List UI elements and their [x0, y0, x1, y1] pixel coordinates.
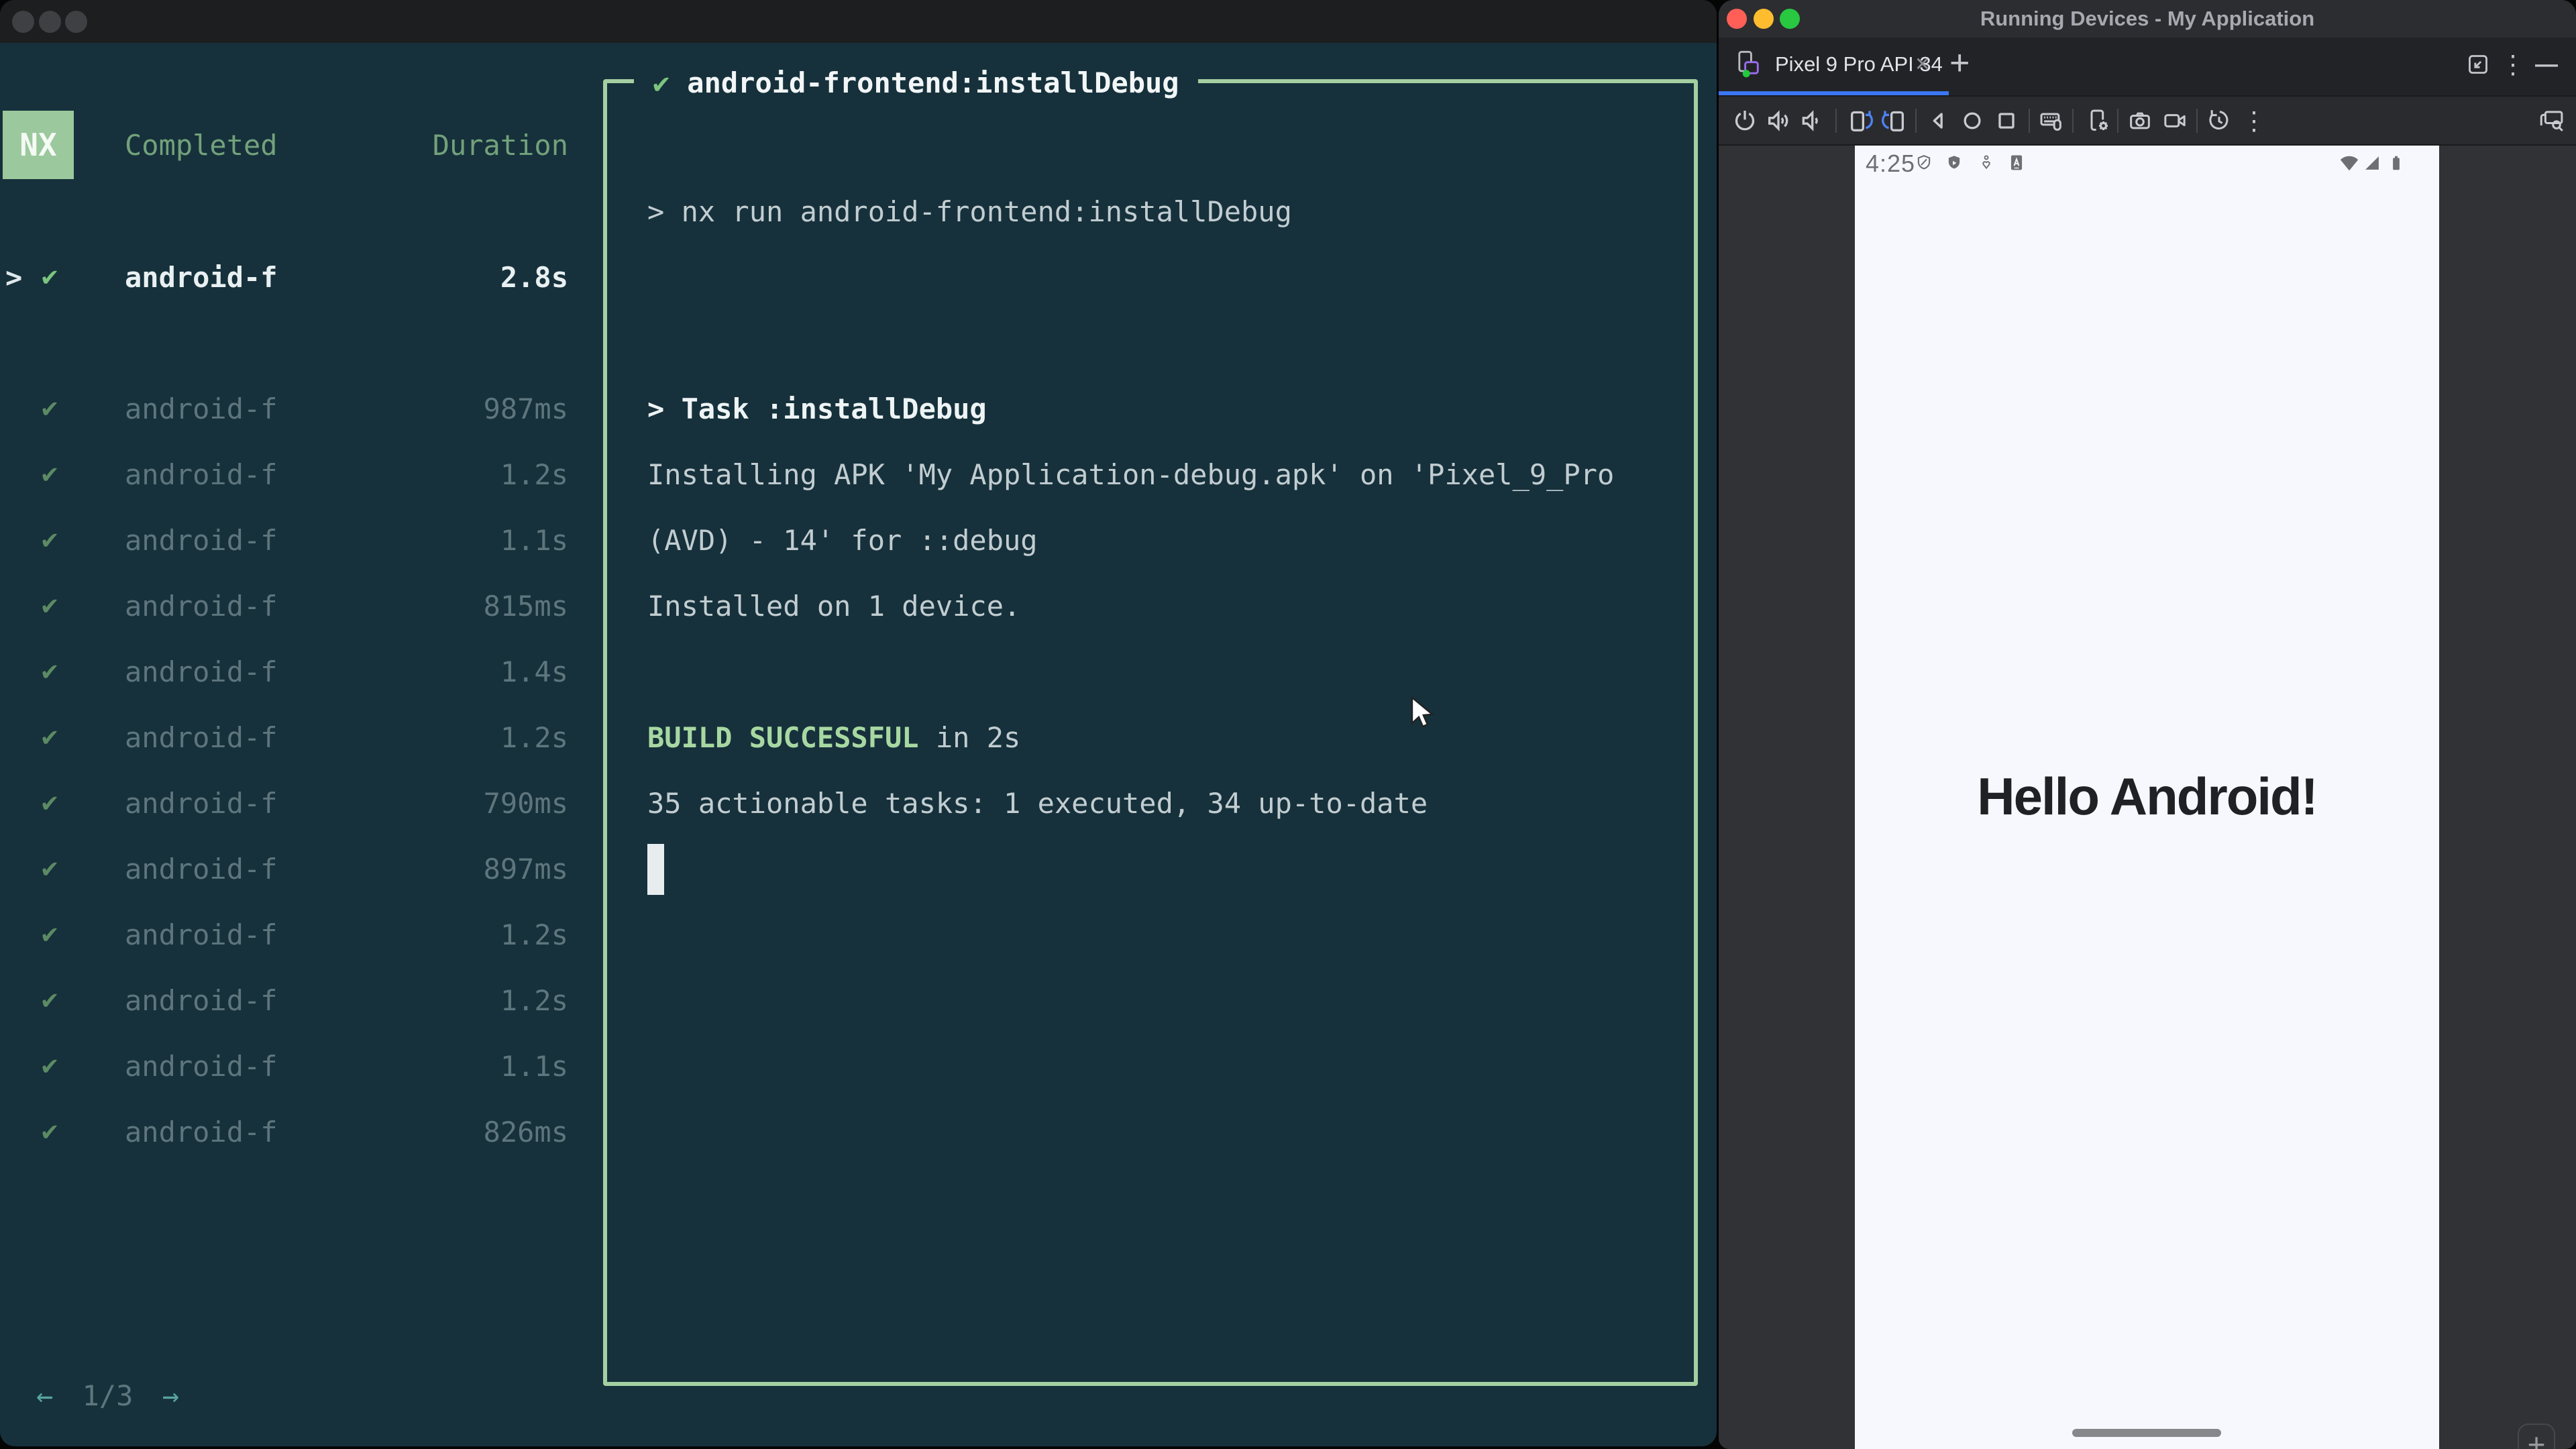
task-duration: 2.8s — [500, 261, 568, 294]
task-row[interactable]: ✔ android-f 987ms — [0, 392, 590, 426]
task-duration: 1.2s — [500, 721, 568, 754]
tab-pixel-9-pro[interactable]: Pixel 9 Pro API 34 — [1728, 38, 1943, 91]
traffic-light-minimize-icon[interactable] — [39, 11, 61, 33]
terminal-line-task-header: > Task :installDebug — [647, 392, 987, 425]
volume-down-icon[interactable] — [1796, 105, 1826, 136]
device-display[interactable]: 4:25 Hello Android! — [1855, 146, 2439, 1449]
desktop: NX Completed Duration > ✔ android-f 2.8s… — [0, 0, 2576, 1449]
display-options-icon[interactable] — [2537, 105, 2567, 136]
page-next-arrow[interactable]: → — [162, 1379, 179, 1412]
build-successful-text: BUILD SUCCESSFUL — [647, 721, 919, 754]
task-row[interactable]: ✔ android-f 1.1s — [0, 1050, 590, 1083]
task-duration: 1.2s — [500, 918, 568, 951]
power-icon[interactable] — [1730, 105, 1760, 136]
tab-close-icon[interactable]: ✕ — [1915, 38, 1930, 91]
task-duration: 815ms — [483, 590, 568, 623]
volume-up-icon[interactable] — [1764, 105, 1793, 136]
screenshot-icon[interactable] — [2125, 105, 2155, 136]
task-row[interactable]: ✔ android-f 1.2s — [0, 984, 590, 1018]
task-row[interactable]: ✔ android-f 1.2s — [0, 918, 590, 952]
terminal-line-install-2: (AVD) - 14' for ::debug — [647, 524, 1038, 557]
traffic-light-zoom-icon[interactable] — [65, 11, 87, 33]
task-output-title-text: android-frontend:installDebug — [687, 66, 1179, 99]
pagination: ← 1/3 → — [36, 1379, 179, 1412]
task-duration: 897ms — [483, 853, 568, 885]
task-duration: 1.2s — [500, 984, 568, 1017]
float-window-icon[interactable] — [2463, 50, 2493, 79]
home-icon[interactable] — [1957, 105, 1987, 136]
new-tab-button[interactable]: + — [1949, 38, 1970, 91]
cellular-signal-icon — [2362, 152, 2382, 174]
build-time-text: in 2s — [918, 721, 1021, 754]
device-settings-icon[interactable] — [2084, 105, 2113, 136]
task-row[interactable]: ✔ android-f 1.2s — [0, 458, 590, 492]
toolbar-separator — [2117, 109, 2118, 133]
tabbar-more-icon[interactable]: ⋮ — [2498, 50, 2528, 79]
reset-icon[interactable] — [2204, 105, 2234, 136]
terminal-line-install-3: Installed on 1 device. — [647, 590, 1021, 623]
column-header-duration: Duration — [432, 129, 568, 162]
zoom-controls: + − 1:1 — [2518, 1424, 2555, 1449]
wifi-icon — [2339, 152, 2359, 174]
task-duration: 1.1s — [500, 1050, 568, 1083]
vpn-shield-icon — [1914, 152, 1934, 174]
back-icon[interactable] — [1924, 105, 1953, 136]
toolbar-more-icon[interactable]: ⋮ — [2239, 105, 2269, 136]
toolbar-separator — [2196, 109, 2198, 133]
zoom-in-button[interactable]: + — [2519, 1426, 2554, 1449]
terminal-line-summary: 35 actionable tasks: 1 executed, 34 up-t… — [647, 787, 1428, 820]
task-duration: 987ms — [483, 392, 568, 425]
keyboard-input-icon[interactable] — [2037, 105, 2066, 136]
wellbeing-icon — [1976, 152, 1996, 174]
mouse-cursor — [1409, 696, 1439, 735]
task-duration: 1.2s — [500, 458, 568, 491]
task-row[interactable]: ✔ android-f 897ms — [0, 853, 590, 886]
traffic-light-close-icon[interactable] — [12, 11, 34, 33]
hide-panel-icon[interactable]: — — [2532, 50, 2561, 79]
task-row[interactable]: ✔ android-f 1.2s — [0, 721, 590, 755]
terminal-line-build-result: BUILD SUCCESSFUL in 2s — [647, 721, 1020, 755]
terminal-caret — [647, 844, 664, 895]
battery-icon — [2386, 152, 2406, 174]
hello-android-text: Hello Android! — [1977, 767, 2318, 826]
play-protect-shield-icon — [1944, 152, 1964, 174]
running-devices-window: Running Devices - My Application Pixel 9… — [1719, 0, 2576, 1449]
terminal-window: NX Completed Duration > ✔ android-f 2.8s… — [0, 0, 1717, 1446]
task-row[interactable]: ✔ android-f 1.4s — [0, 655, 590, 689]
terminal-line-command: > nx run android-frontend:installDebug — [647, 195, 1292, 228]
task-row-active[interactable]: > ✔ android-f 2.8s — [0, 261, 590, 294]
task-output-title: ✔ android-frontend:installDebug — [634, 63, 1198, 102]
window-title: Running Devices - My Application — [1980, 7, 2315, 30]
check-icon: ✔ — [653, 66, 670, 99]
toolbar-separator — [2029, 109, 2030, 133]
terminal-line-install-1: Installing APK 'My Application-debug.apk… — [647, 458, 1615, 491]
statusbar-clock: 4:25 — [1866, 150, 1916, 177]
overview-icon[interactable] — [1992, 105, 2021, 136]
task-output-panel: ✔ android-frontend:installDebug > nx run… — [603, 63, 1698, 1386]
task-duration: 826ms — [483, 1116, 568, 1148]
toolbar-separator — [2072, 109, 2074, 133]
task-row[interactable]: ✔ android-f 826ms — [0, 1116, 590, 1149]
task-duration: 1.4s — [500, 655, 568, 688]
task-duration: 790ms — [483, 787, 568, 820]
emulator-toolbar: ⋮ — [1719, 95, 2576, 146]
virtual-device-icon — [1733, 50, 1763, 79]
emulator-panel: 4:25 Hello Android! + — [1719, 146, 2576, 1449]
toolbar-separator — [1915, 109, 1917, 133]
toolbar-separator — [1835, 109, 1837, 133]
terminal-titlebar[interactable] — [0, 0, 1717, 43]
task-row[interactable]: ✔ android-f 790ms — [0, 787, 590, 820]
page-prev-arrow[interactable]: ← — [36, 1379, 53, 1412]
task-duration: 1.1s — [500, 524, 568, 557]
studio-titlebar[interactable]: Running Devices - My Application — [1719, 0, 2576, 38]
task-row[interactable]: ✔ android-f 1.1s — [0, 524, 590, 557]
device-tabbar: Pixel 9 Pro API 34 ✕ + ⋮ — — [1719, 38, 2576, 95]
navigation-handle[interactable] — [2072, 1429, 2221, 1437]
rotate-left-icon[interactable] — [1846, 105, 1876, 136]
page-indicator: 1/3 — [82, 1379, 133, 1412]
task-row[interactable]: ✔ android-f 815ms — [0, 590, 590, 623]
screen-record-icon[interactable] — [2160, 105, 2190, 136]
rotate-right-icon[interactable] — [1879, 105, 1909, 136]
auto-fill-a-icon — [2006, 152, 2027, 174]
